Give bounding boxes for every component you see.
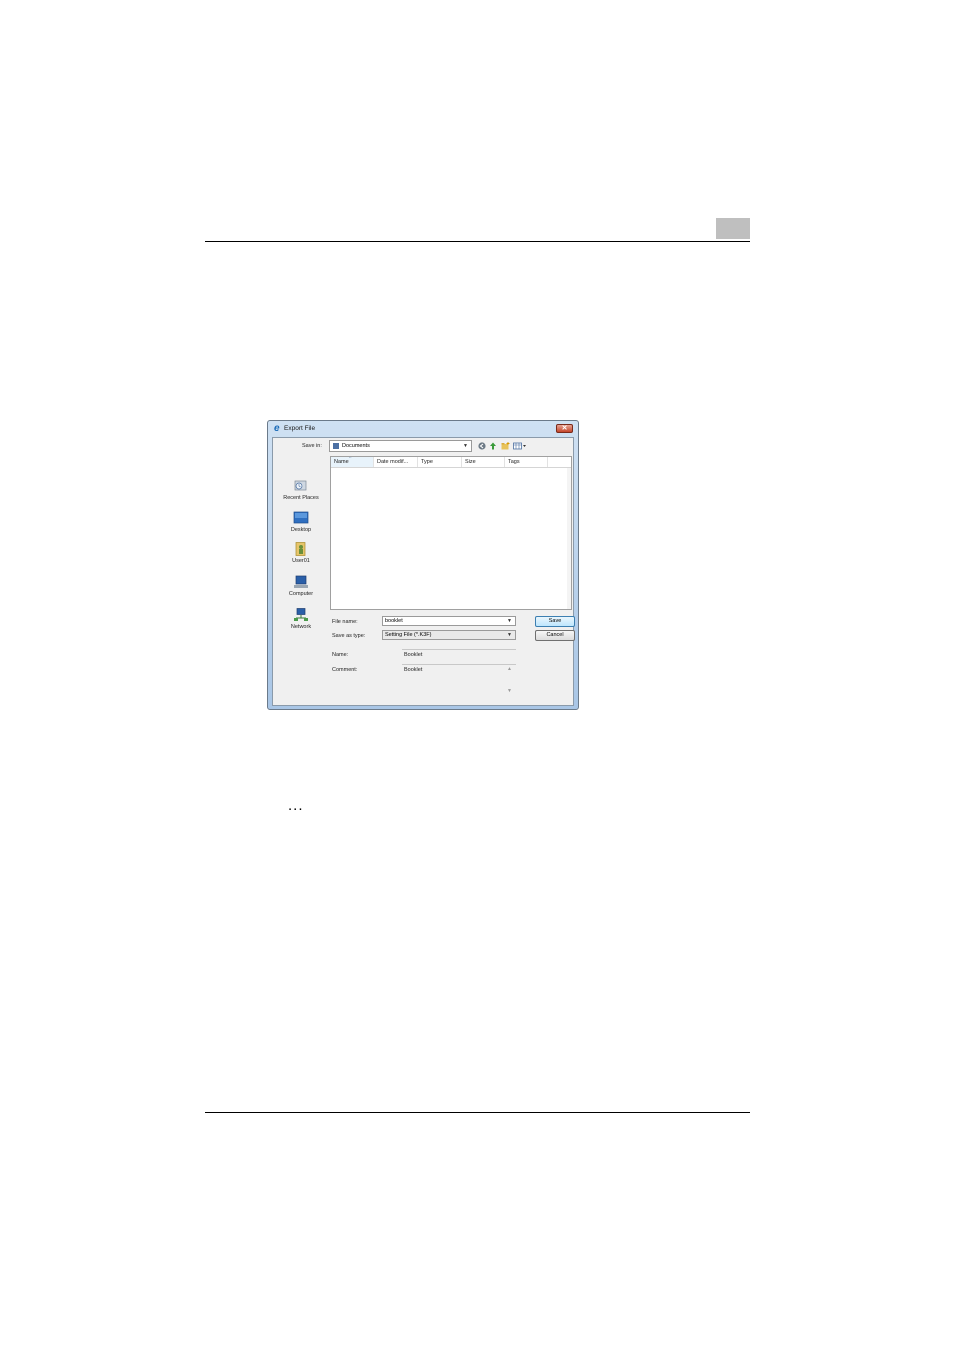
name-value: Booklet: [404, 652, 423, 658]
place-label: User01: [292, 558, 310, 564]
place-label: Network: [290, 624, 312, 630]
close-button[interactable]: ✕: [556, 424, 573, 433]
column-size[interactable]: Size: [462, 457, 505, 467]
network-icon: [294, 608, 308, 621]
continuation-ellipsis: ...: [288, 797, 304, 814]
chapter-tab: [716, 218, 750, 239]
chevron-down-icon: ▼: [463, 443, 468, 449]
save-as-type-value: Setting File (*.K3F): [385, 632, 432, 638]
place-desktop[interactable]: Desktop: [273, 511, 329, 533]
save-as-type-select[interactable]: Setting File (*.K3F) ▼: [382, 630, 516, 640]
computer-icon: [294, 575, 308, 588]
new-folder-icon[interactable]: [501, 442, 510, 450]
close-icon: ✕: [561, 425, 568, 432]
dialog-body: Save in: Documents ▼ Recent Places Deskt…: [272, 437, 575, 706]
save-button[interactable]: Save: [535, 616, 575, 627]
comment-value: Booklet: [404, 667, 423, 673]
place-network[interactable]: Network: [273, 608, 329, 630]
place-label: Desktop: [290, 527, 312, 533]
file-name-input[interactable]: booklet ▼: [382, 616, 516, 626]
place-label: Computer: [288, 591, 314, 597]
up-folder-icon[interactable]: [489, 442, 497, 450]
file-name-value: booklet: [385, 618, 403, 624]
app-icon: e: [274, 423, 280, 434]
save-in-dropdown[interactable]: Documents ▼: [329, 440, 472, 452]
place-computer[interactable]: Computer: [273, 575, 329, 597]
back-arrow-icon[interactable]: [478, 442, 486, 450]
title-bar[interactable]: e Export File ✕: [268, 421, 578, 438]
column-tags[interactable]: Tags: [505, 457, 548, 467]
save-in-label: Save in:: [302, 443, 322, 449]
chevron-down-icon[interactable]: ▼: [507, 633, 512, 638]
scroll-down-icon[interactable]: ▼: [507, 689, 512, 694]
save-as-type-label: Save as type:: [332, 633, 366, 639]
file-list[interactable]: ^ Name Date modif... Type Size Tags: [330, 456, 572, 610]
views-menu-icon[interactable]: [513, 442, 527, 450]
header-rule: [205, 241, 750, 242]
comment-label: Comment:: [332, 667, 358, 673]
save-in-value: Documents: [342, 443, 370, 449]
desktop-icon: [293, 511, 309, 524]
user-folder-icon: [295, 542, 306, 556]
footer-rule: [205, 1112, 750, 1113]
column-type[interactable]: Type: [418, 457, 462, 467]
place-recent-places[interactable]: Recent Places: [273, 479, 329, 501]
documents-folder-icon: [333, 443, 339, 449]
export-file-dialog: e Export File ✕ Save in: Documents ▼ Rec…: [267, 420, 579, 710]
file-list-scrollbar[interactable]: [567, 468, 571, 609]
file-name-label: File name:: [332, 619, 358, 625]
column-header-row: ^ Name Date modif... Type Size Tags: [331, 457, 571, 468]
place-user01[interactable]: User01: [273, 542, 329, 564]
comment-field-border: [402, 664, 516, 665]
cancel-button[interactable]: Cancel: [535, 630, 575, 641]
place-label: Recent Places: [283, 495, 319, 501]
column-name[interactable]: ^ Name: [331, 457, 374, 467]
recent-places-icon: [294, 480, 307, 491]
dialog-title: Export File: [284, 425, 316, 432]
column-date-modified[interactable]: Date modif...: [374, 457, 418, 467]
chevron-down-icon[interactable]: ▼: [507, 619, 512, 624]
sort-ascending-icon: ^: [349, 456, 352, 462]
scroll-up-icon[interactable]: ▲: [507, 667, 512, 672]
name-label: Name:: [332, 652, 349, 658]
comment-scrollbar[interactable]: ▲ ▼: [506, 667, 514, 701]
name-field-border: [402, 649, 516, 650]
